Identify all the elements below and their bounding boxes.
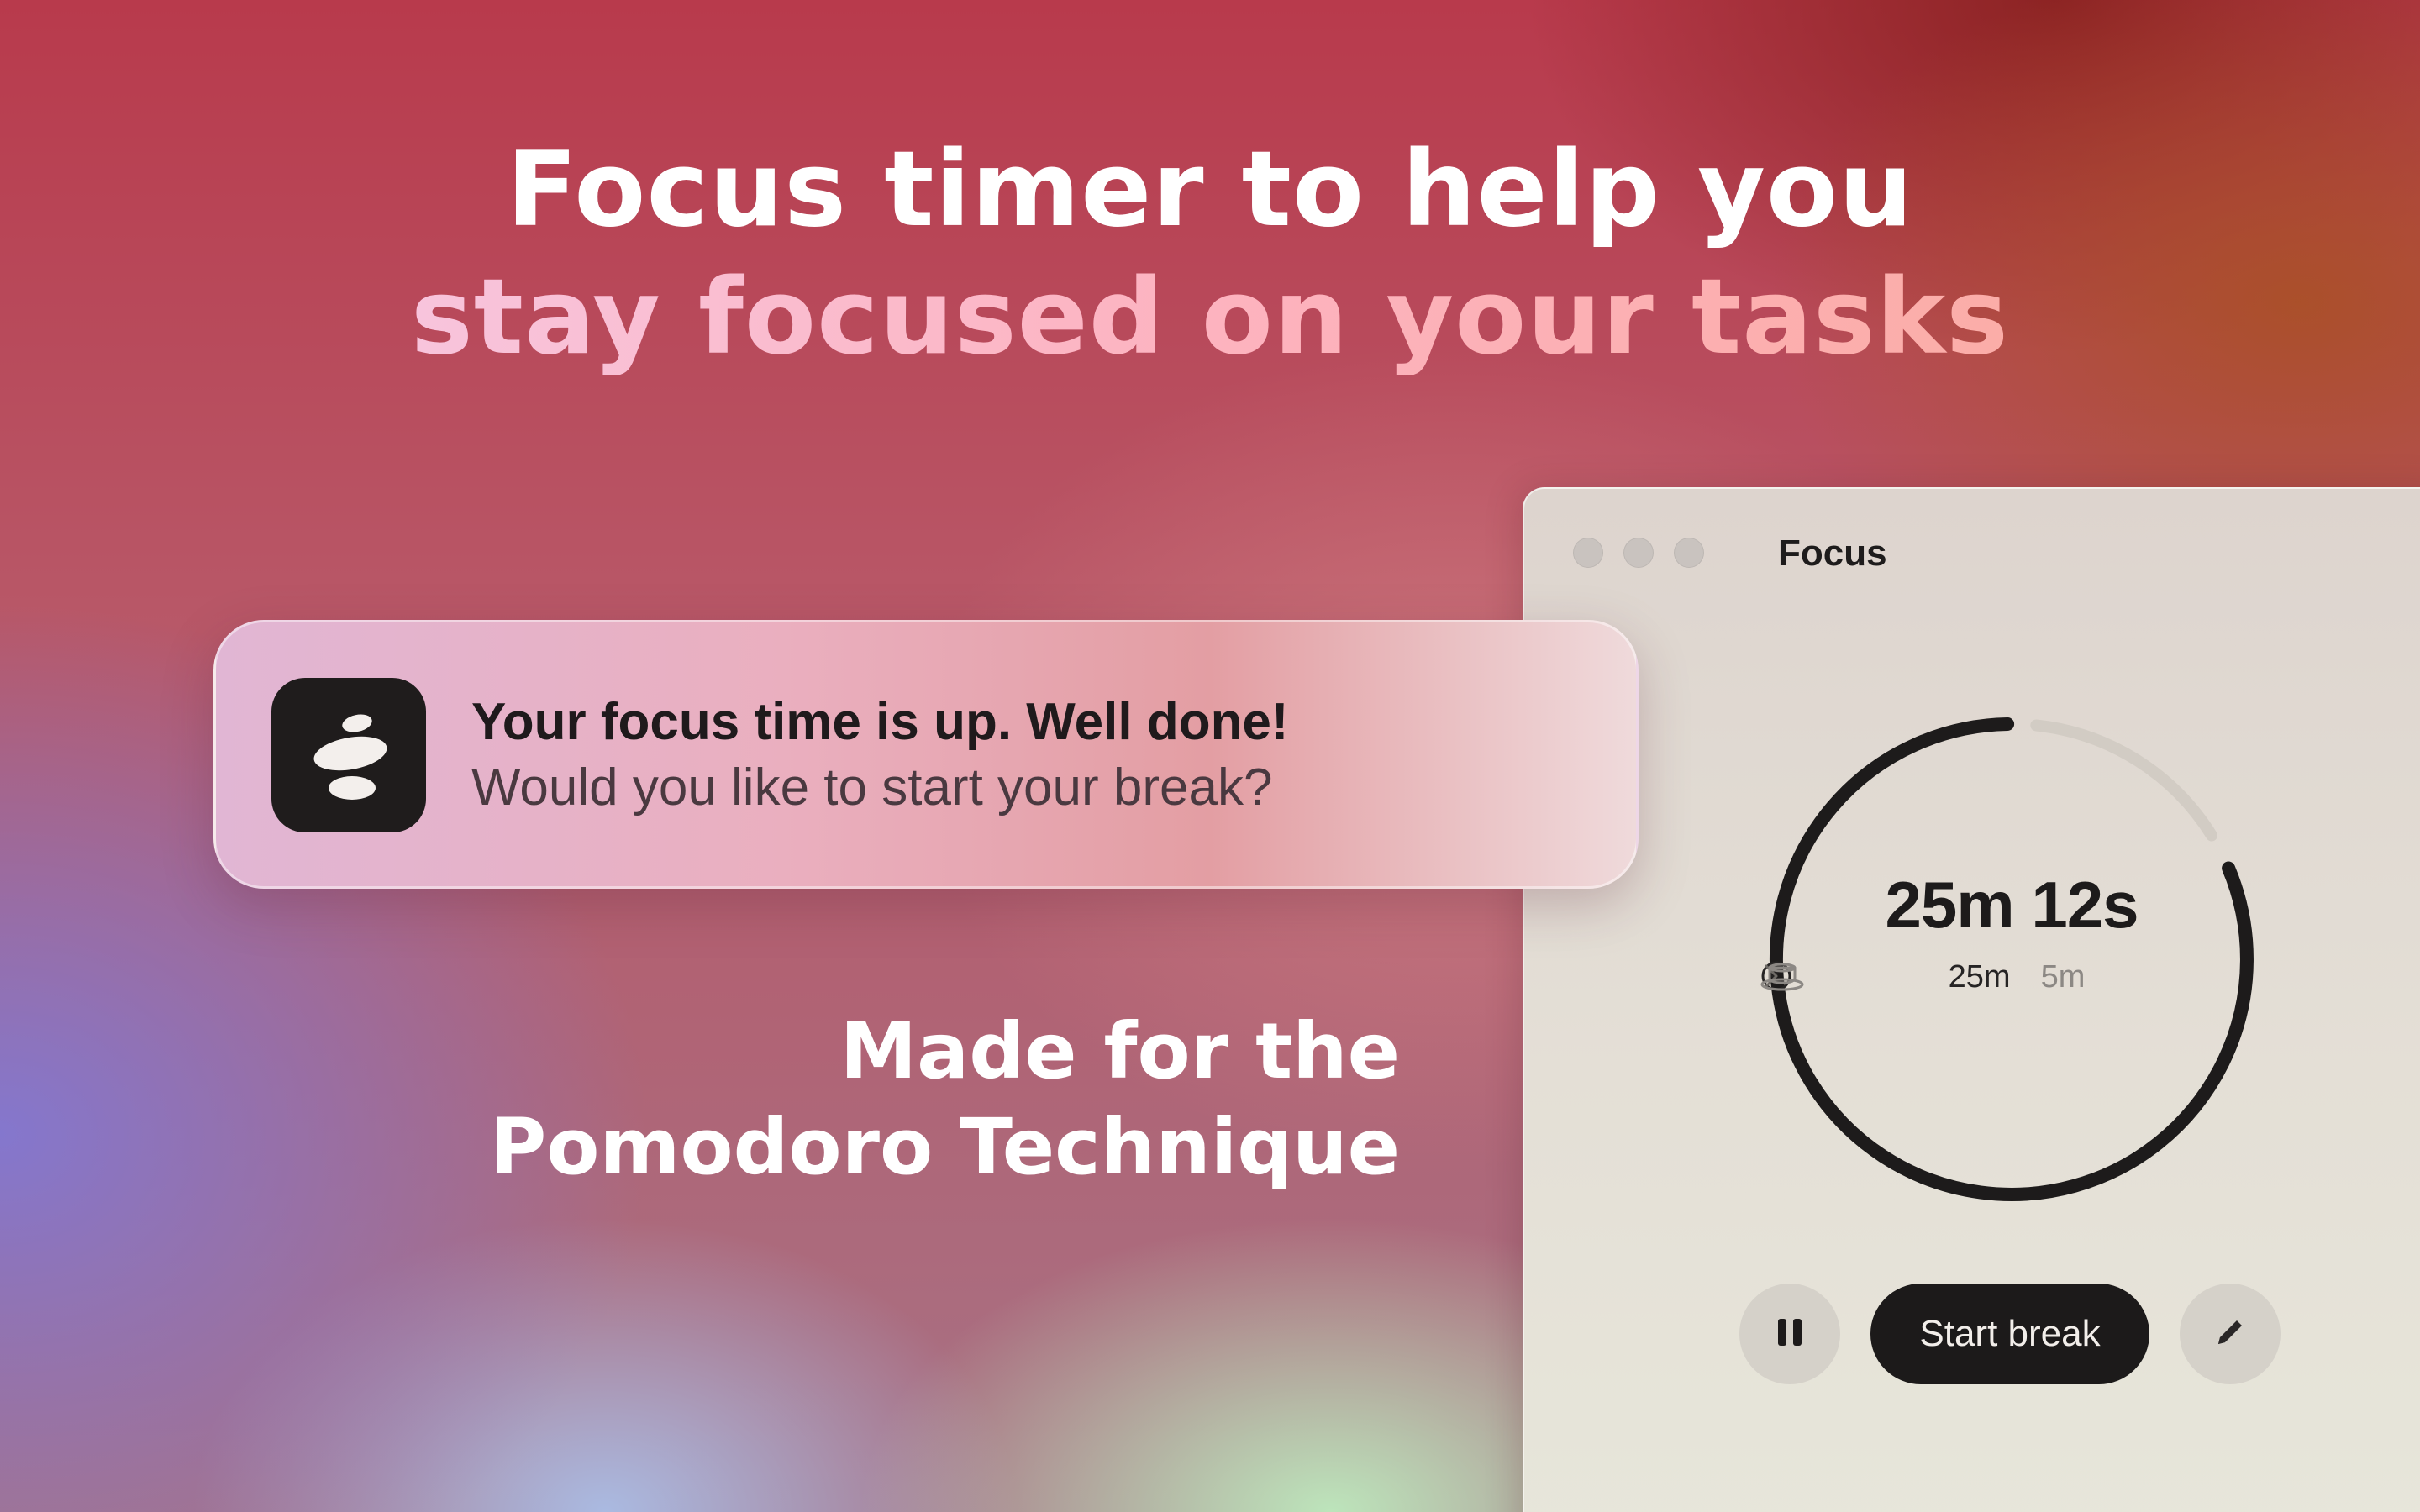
notification-body: Would you like to start your break? [471,759,1273,816]
subheadline-line-2: Pomodoro Technique [489,1102,1400,1192]
headline: Focus timer to help you stay focused on … [0,126,2420,381]
ring-track [2030,719,2217,842]
subheadline: Made for the Pomodoro Technique [476,1004,1400,1195]
close-window-button[interactable] [1573,538,1603,568]
notification-title: Your focus time is up. Well done! [471,693,1289,751]
pencil-icon [2212,1314,2249,1354]
timer-controls: Start break [1739,1284,2281,1384]
stacked-stones-icon [271,678,426,832]
edit-button[interactable] [2180,1284,2281,1384]
window-title: Focus [1778,533,1887,574]
timer-ring: 25m 12s 25m 5m [1760,707,2264,1211]
subheadline-line-1: Made for the [839,1006,1400,1096]
focus-duration: 25m [1948,959,2011,995]
pause-button[interactable] [1739,1284,1840,1384]
headline-line-1: Focus timer to help you [506,129,1914,250]
window-controls [1573,538,1704,568]
start-break-button[interactable]: Start break [1870,1284,2149,1384]
notification-banner[interactable]: Your focus time is up. Well done! Would … [213,620,1639,889]
break-duration: 5m [2040,959,2086,995]
timer-elapsed: 25m 12s [1885,868,2139,942]
minimize-window-button[interactable] [1623,538,1654,568]
timer-schedule: 25m 5m [1760,959,2264,995]
focus-window: Focus 25m 12s 25m 5m Start break [1523,487,2420,1512]
notification-content: Your focus time is up. Well done! Would … [471,690,1289,821]
pause-icon [1776,1315,1804,1352]
zoom-window-button[interactable] [1674,538,1704,568]
headline-line-2: stay focused on your tasks [411,254,2009,381]
